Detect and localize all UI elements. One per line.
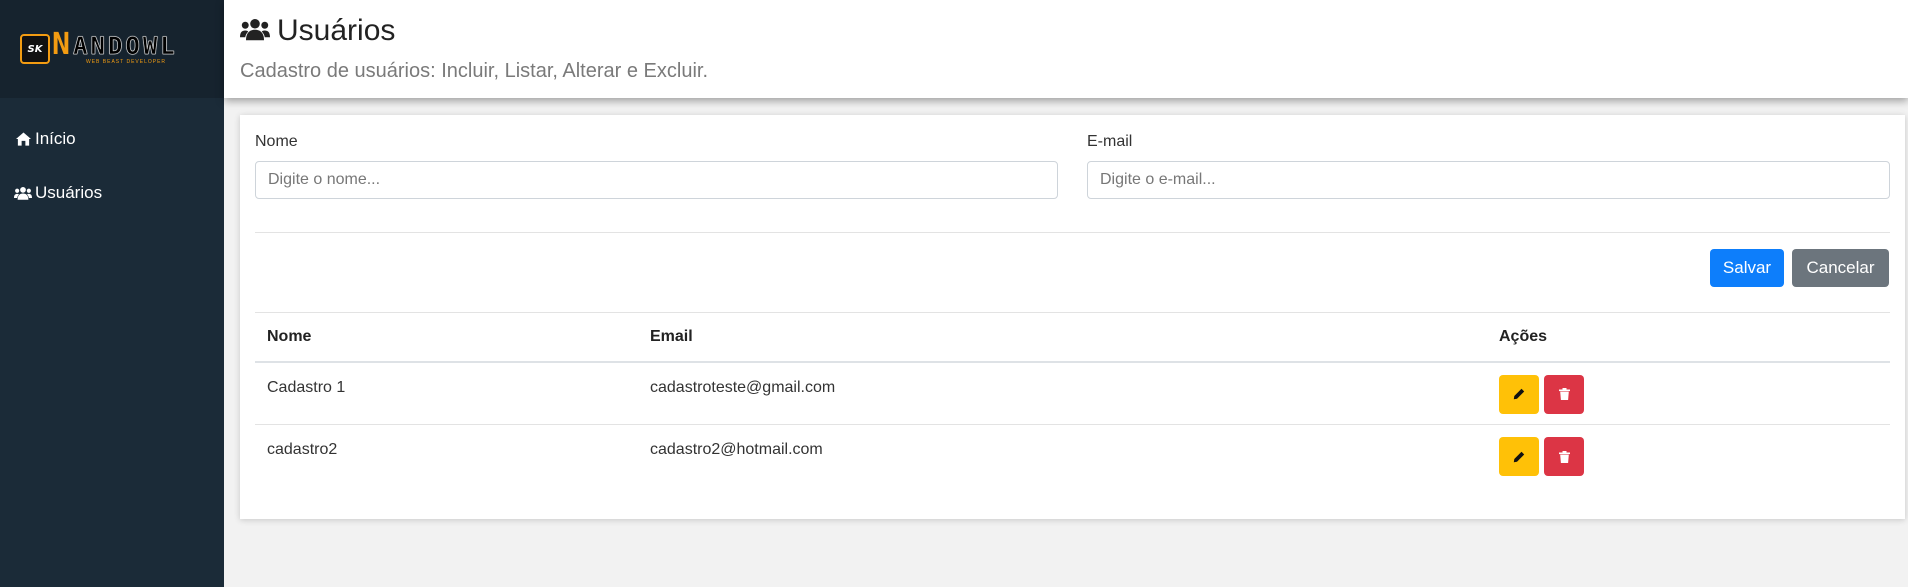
logo-name: NANDOWL	[52, 30, 178, 60]
sidebar-item-label: Início	[35, 129, 76, 148]
cell-name: Cadastro 1	[255, 361, 638, 425]
cell-name: cadastro2	[267, 441, 338, 458]
logo-text: NANDOWL WEB BEAST DEVELOPER	[52, 30, 178, 66]
table-row: Cadastro 1 cadastroteste@gmail.com	[255, 361, 1890, 425]
email-field: E-mail	[1087, 133, 1890, 199]
column-header-email: Email	[638, 312, 1487, 363]
cell-actions	[1487, 361, 1890, 425]
table-header-row: Nome Email Ações	[255, 312, 1890, 363]
sidebar: SK NANDOWL WEB BEAST DEVELOPER Início Us…	[0, 0, 224, 587]
name-label: Nome	[255, 133, 298, 150]
users-icon	[240, 16, 270, 46]
name-field: Nome	[255, 133, 1058, 199]
users-icon	[14, 184, 32, 202]
sidebar-nav: Início Usuários	[0, 98, 224, 220]
email-input[interactable]	[1087, 161, 1890, 199]
trash-icon	[1558, 450, 1570, 463]
user-form-card: Nome E-mail Salvar Cancelar Nome Email A…	[240, 115, 1905, 519]
save-button[interactable]: Salvar	[1710, 249, 1784, 287]
logo[interactable]: SK NANDOWL WEB BEAST DEVELOPER	[0, 0, 224, 98]
cancel-button[interactable]: Cancelar	[1792, 249, 1889, 287]
sidebar-item-inicio[interactable]: Início	[0, 112, 224, 166]
delete-button[interactable]	[1544, 374, 1584, 414]
name-input[interactable]	[255, 161, 1058, 199]
delete-button[interactable]	[1544, 437, 1584, 476]
edit-button[interactable]	[1499, 437, 1539, 476]
logo-name-rest: ANDOWL	[73, 32, 178, 60]
home-icon	[14, 130, 32, 148]
title-row: Usuários	[240, 14, 395, 48]
users-table: Nome Email Ações Cadastro 1 cadastrotest…	[255, 312, 1890, 488]
pencil-icon	[1513, 388, 1525, 400]
logo-badge: SK	[20, 34, 50, 64]
edit-button[interactable]	[1499, 374, 1539, 414]
column-header-actions: Ações	[1487, 312, 1890, 363]
table-row: cadastro2 cadastro2@hotmail.com	[255, 425, 1890, 488]
cell-actions	[1487, 425, 1890, 488]
divider	[255, 232, 1890, 233]
cell-email: cadastro2@hotmail.com	[650, 441, 823, 458]
page-title: Usuários	[277, 14, 396, 47]
cell-email: cadastroteste@gmail.com	[638, 361, 1487, 425]
email-label: E-mail	[1087, 133, 1133, 150]
column-header-name: Nome	[255, 312, 638, 363]
logo-subtitle: WEB BEAST DEVELOPER	[86, 59, 167, 65]
page-subtitle: Cadastro de usuários: Incluir, Listar, A…	[240, 60, 708, 82]
page-header: Usuários Cadastro de usuários: Incluir, …	[224, 0, 1908, 98]
sidebar-item-label: Usuários	[35, 183, 103, 202]
logo-name-first: N	[52, 27, 74, 62]
sidebar-item-usuarios[interactable]: Usuários	[0, 166, 224, 220]
pencil-icon	[1513, 451, 1525, 462]
trash-icon	[1558, 388, 1570, 400]
